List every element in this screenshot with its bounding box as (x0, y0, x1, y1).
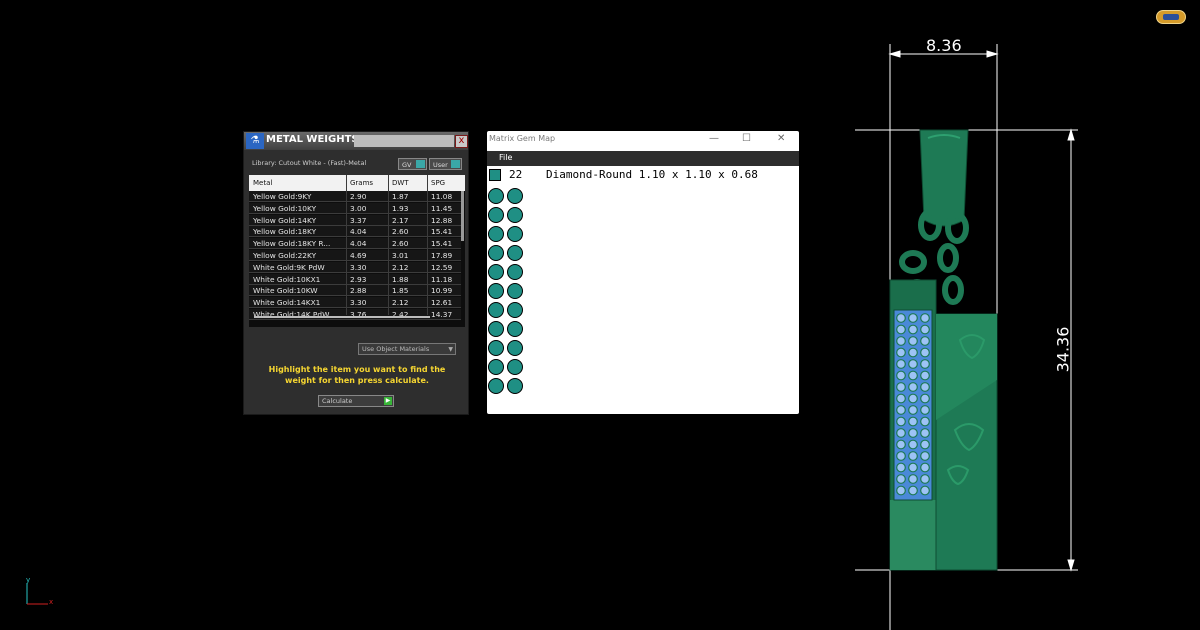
pendant-gem (896, 336, 906, 346)
pendant-gem (920, 405, 930, 415)
pendant-gem (908, 382, 918, 392)
pendant-left-bar-base (890, 500, 936, 570)
pendant-gem (908, 462, 918, 473)
pendant-gem (896, 347, 906, 358)
pendant-gem (920, 416, 930, 427)
pendant-gem (920, 474, 930, 484)
pendant-gem (908, 347, 918, 358)
pendant-gem (908, 359, 918, 369)
arrow-left-icon (888, 50, 901, 58)
pendant-gem (896, 313, 906, 323)
viewport-svg (26, 44, 1078, 630)
arrow-down-icon (1067, 559, 1075, 572)
height-dimension-label: 34.36 (1053, 326, 1073, 373)
pendant-gem (896, 428, 906, 438)
pendant-gem (896, 359, 906, 369)
pendant-gem (920, 370, 930, 381)
pendant-gem (908, 474, 918, 484)
pendant-gem (908, 393, 918, 404)
pendant-gem (908, 485, 918, 496)
pendant-gem (920, 428, 930, 438)
pendant-gem (896, 370, 906, 381)
pendant-gem (920, 359, 930, 369)
pendant-gem (920, 347, 930, 358)
pendant-gem (908, 439, 918, 450)
pendant-gem (920, 451, 930, 461)
pendant-gem (896, 416, 906, 427)
pendant-gem (896, 474, 906, 484)
pendant-gem (920, 439, 930, 450)
pendant-gem (920, 382, 930, 392)
pendant-gem (908, 324, 918, 335)
pendant-gem (896, 405, 906, 415)
pendant-gem (920, 313, 930, 323)
axis-x-label: x (49, 598, 54, 606)
pendant-gem (908, 428, 918, 438)
pendant-gem (896, 462, 906, 473)
chain-link (937, 243, 959, 273)
pendant-gem (908, 370, 918, 381)
pendant-gem (896, 324, 906, 335)
pendant-gem (920, 336, 930, 346)
axis-y-label: y (26, 576, 31, 584)
pendant-gem (908, 405, 918, 415)
pendant-gem (896, 382, 906, 392)
width-dimension-label: 8.36 (926, 36, 962, 55)
chain-link (899, 250, 927, 274)
pendant-gem (896, 451, 906, 461)
arrow-up-icon (1067, 128, 1075, 141)
pendant-gem (908, 416, 918, 427)
pendant-gem (908, 451, 918, 461)
pendant-gem (920, 462, 930, 473)
pendant-gem (896, 393, 906, 404)
chain-link (942, 275, 964, 305)
pendant-gem (908, 313, 918, 323)
pendant-model[interactable] (889, 129, 998, 571)
pendant-gem (920, 393, 930, 404)
pendant-gem (896, 485, 906, 496)
pendant-gem (920, 485, 930, 496)
axis-indicator (26, 583, 48, 605)
arrow-right-icon (986, 50, 999, 58)
pendant-gem (920, 324, 930, 335)
pendant-gem (896, 439, 906, 450)
pendant-gem (908, 336, 918, 346)
